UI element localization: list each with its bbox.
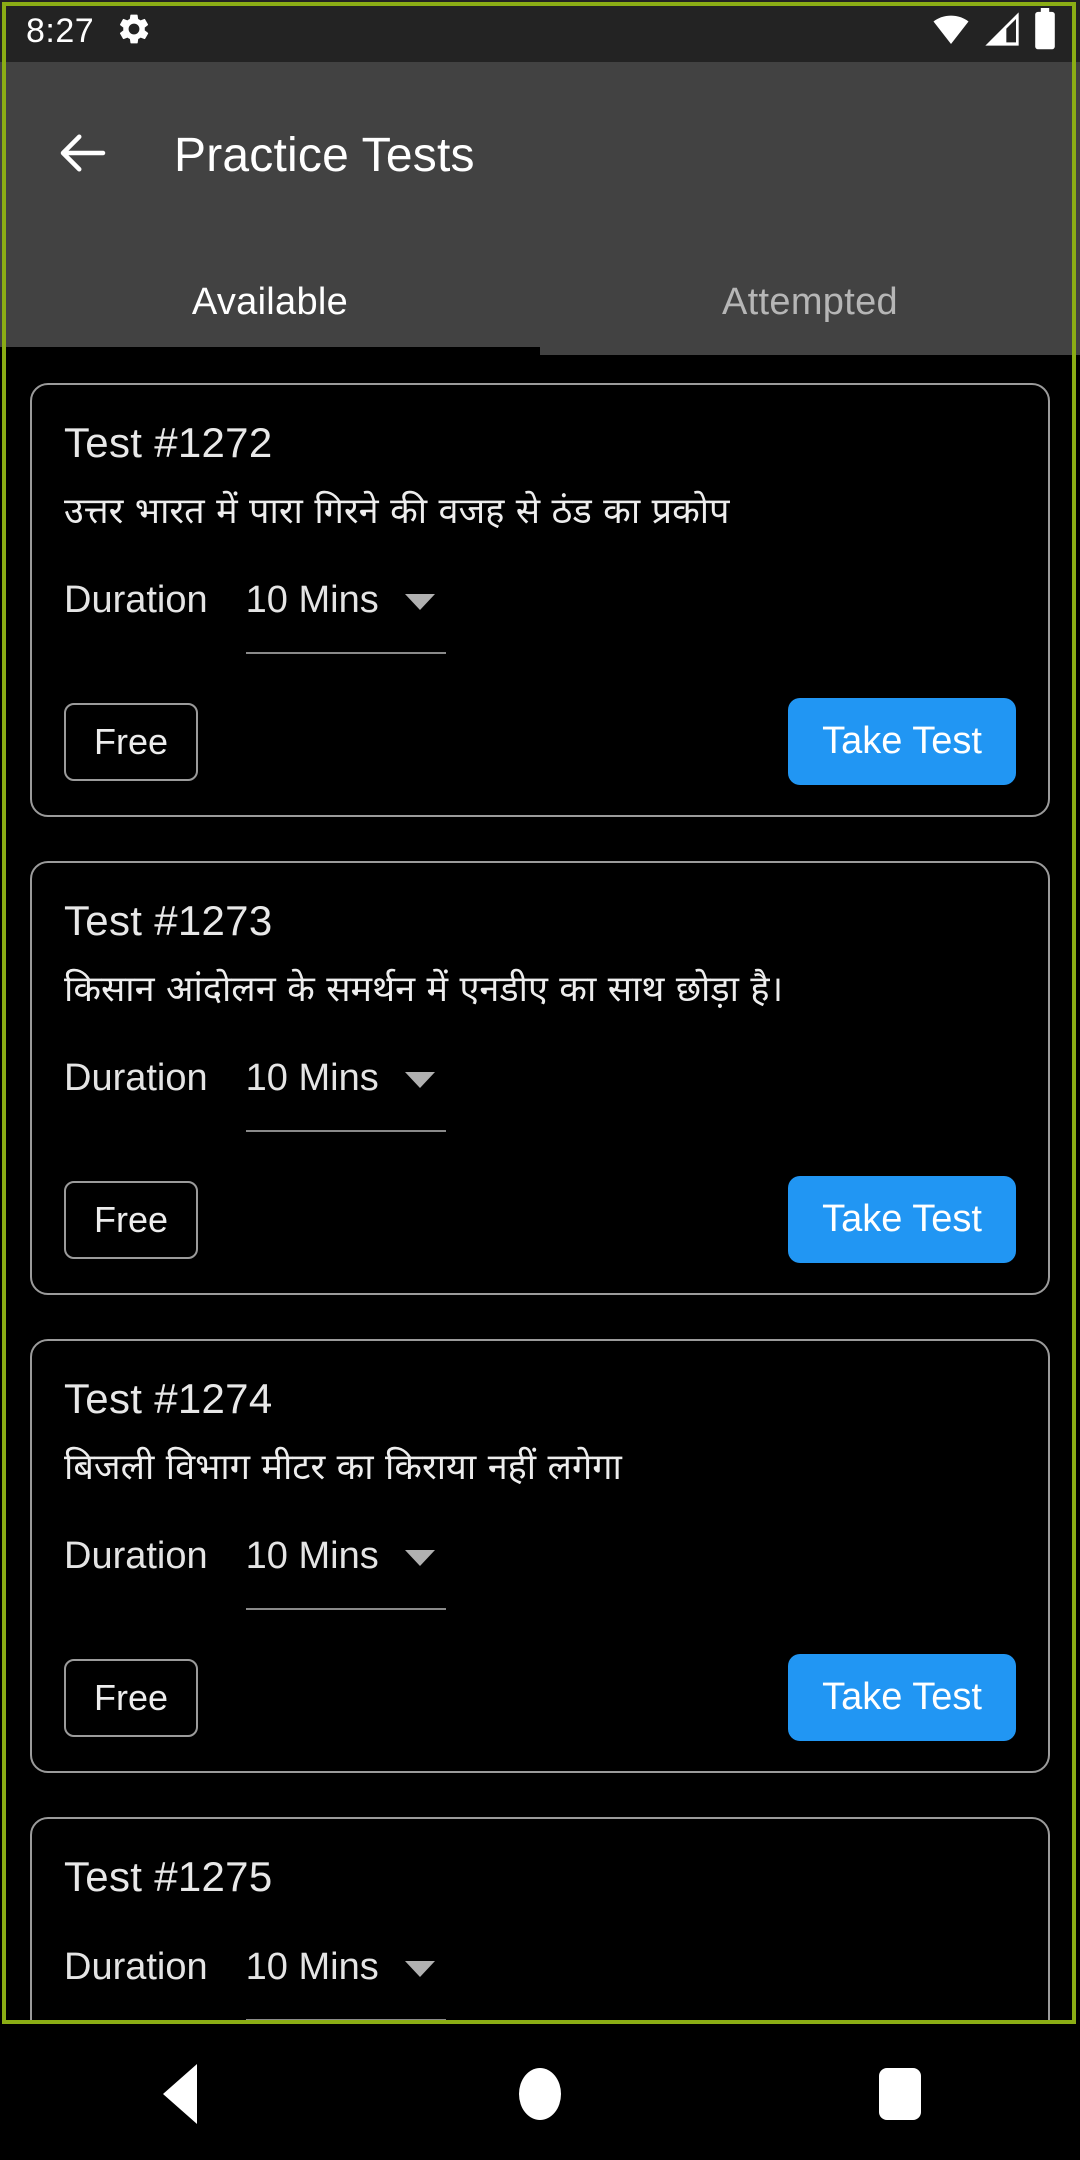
duration-label: Duration <box>64 1057 208 1099</box>
duration-dropdown[interactable]: 10 Mins <box>245 1052 446 1132</box>
duration-row: Duration 10 Mins <box>64 574 1016 654</box>
duration-value: 10 Mins <box>245 1057 379 1099</box>
nav-home-button[interactable] <box>480 2034 600 2154</box>
chevron-down-icon <box>404 594 435 610</box>
duration-row: Duration 10 Mins <box>64 1052 1016 1132</box>
chevron-down-icon <box>404 1072 435 1088</box>
duration-label: Duration <box>64 1535 208 1577</box>
tab-available[interactable]: Available <box>0 249 540 355</box>
status-bar: 8:27 <box>0 0 1080 62</box>
circle-home-icon <box>519 2068 561 2120</box>
card-actions: Free Take Test <box>64 1176 1016 1263</box>
nav-back-button[interactable] <box>120 2034 240 2154</box>
test-description: उत्तर भारत में पारा गिरने की वजह से ठंड … <box>64 491 730 532</box>
status-clock: 8:27 <box>26 11 95 50</box>
test-title: Test #1273 <box>64 897 273 944</box>
duration-value: 10 Mins <box>245 1946 379 1988</box>
gear-icon <box>116 11 152 52</box>
take-test-button[interactable]: Take Test <box>788 1654 1016 1741</box>
duration-dropdown[interactable]: 10 Mins <box>245 1530 446 1610</box>
duration-value: 10 Mins <box>245 579 379 621</box>
duration-row: Duration 10 Mins <box>64 1941 1016 2021</box>
take-test-button[interactable]: Take Test <box>788 698 1016 785</box>
tab-attempted[interactable]: Attempted <box>540 249 1080 355</box>
status-bar-right <box>930 7 1058 55</box>
test-card[interactable]: Test #1275 Duration 10 Mins Free Take Te… <box>30 1817 1050 2024</box>
duration-row: Duration 10 Mins <box>64 1530 1016 1610</box>
duration-value: 10 Mins <box>245 1535 379 1577</box>
arrow-left-icon <box>53 123 113 188</box>
chevron-down-icon <box>404 1550 435 1566</box>
device-screen: 8:27 Practice Tests Available Attempted … <box>0 0 1080 2160</box>
android-navigation-bar <box>0 2028 1080 2160</box>
test-card[interactable]: Test #1272 उत्तर भारत में पारा गिरने की … <box>30 383 1050 817</box>
wifi-icon <box>930 9 972 54</box>
test-title: Test #1274 <box>64 1375 273 1422</box>
page-title: Practice Tests <box>174 129 475 182</box>
test-description: किसान आंदोलन के समर्थन में एनडीए का साथ … <box>64 969 784 1010</box>
battery-icon <box>1032 7 1058 55</box>
price-chip[interactable]: Free <box>64 702 199 781</box>
take-test-button[interactable]: Take Test <box>788 1176 1016 1263</box>
price-chip[interactable]: Free <box>64 1180 199 1259</box>
price-chip[interactable]: Free <box>64 1658 199 1737</box>
test-card[interactable]: Test #1273 किसान आंदोलन के समर्थन में एन… <box>30 861 1050 1295</box>
status-bar-left: 8:27 <box>26 11 152 52</box>
card-actions: Free Take Test <box>64 1654 1016 1741</box>
test-card[interactable]: Test #1274 बिजली विभाग मीटर का किराया नह… <box>30 1339 1050 1773</box>
app-bar: Practice Tests <box>0 62 1080 249</box>
duration-dropdown[interactable]: 10 Mins <box>245 574 446 654</box>
practice-test-list[interactable]: Test #1272 उत्तर भारत में पारा गिरने की … <box>0 355 1080 2024</box>
chevron-down-icon <box>404 1961 435 1977</box>
square-recents-icon <box>879 2068 921 2120</box>
nav-recents-button[interactable] <box>840 2034 960 2154</box>
card-actions: Free Take Test <box>64 698 1016 785</box>
duration-label: Duration <box>64 579 208 621</box>
back-button[interactable] <box>46 119 120 193</box>
tab-bar: Available Attempted <box>0 249 1080 355</box>
duration-dropdown[interactable]: 10 Mins <box>245 1941 446 2021</box>
test-description: बिजली विभाग मीटर का किराया नहीं लगेगा <box>64 1447 622 1488</box>
triangle-back-icon <box>163 2064 197 2124</box>
cellular-signal-icon <box>982 9 1022 54</box>
duration-label: Duration <box>64 1946 208 1988</box>
test-title: Test #1272 <box>64 419 273 466</box>
test-title: Test #1275 <box>64 1853 273 1900</box>
